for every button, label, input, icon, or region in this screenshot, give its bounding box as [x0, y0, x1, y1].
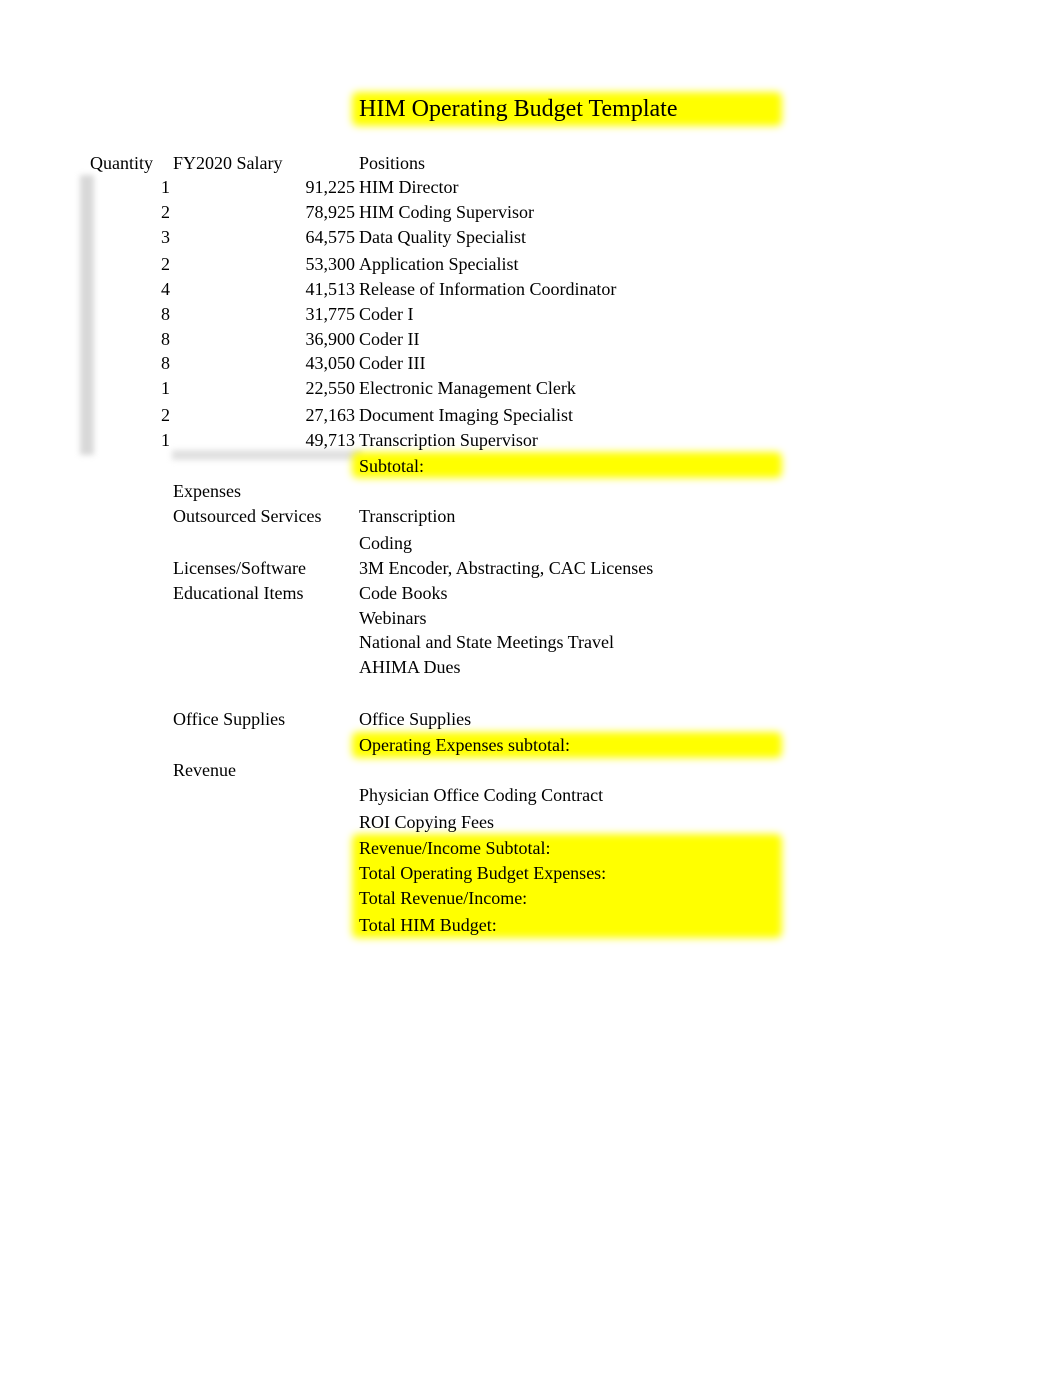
revenue-heading: Revenue — [173, 760, 236, 780]
position-quantity: 1 — [161, 378, 170, 398]
position-salary: 53,300 — [305, 254, 356, 274]
expense-item: 3M Encoder, Abstracting, CAC Licenses — [359, 558, 654, 578]
position-title: Transcription Supervisor — [359, 430, 538, 450]
operating-expenses-subtotal-label: Operating Expenses subtotal: — [359, 735, 570, 755]
position-title: Coder I — [359, 304, 414, 324]
position-title: Document Imaging Specialist — [359, 405, 573, 425]
position-salary: 49,713 — [305, 430, 356, 450]
expense-category-label: Outsourced Services — [173, 506, 322, 526]
total-him-budget-label: Total HIM Budget: — [359, 915, 497, 935]
position-title: Coder III — [359, 353, 426, 373]
position-quantity: 1 — [161, 177, 170, 197]
expense-item: Webinars — [359, 608, 427, 628]
position-title: HIM Director — [359, 177, 459, 197]
expense-category-label: Office Supplies — [173, 709, 286, 729]
expense-item: Transcription — [359, 506, 456, 526]
position-salary: 43,050 — [305, 353, 356, 373]
position-title: Application Specialist — [359, 254, 519, 274]
position-quantity: 3 — [161, 227, 170, 247]
revenue-income-subtotal-label: Revenue/Income Subtotal: — [359, 838, 551, 858]
position-salary: 31,775 — [305, 304, 356, 324]
expense-category-label: Educational Items — [173, 583, 304, 603]
position-salary: 78,925 — [305, 202, 356, 222]
total-operating-expenses-label: Total Operating Budget Expenses: — [359, 863, 607, 883]
position-quantity: 2 — [161, 202, 170, 222]
expense-category-label: Licenses/Software — [173, 558, 306, 578]
position-salary: 64,575 — [305, 227, 356, 247]
page-title: HIM Operating Budget Template — [359, 96, 678, 122]
position-title: Release of Information Coordinator — [359, 279, 617, 299]
expenses-heading: Expenses — [173, 481, 241, 501]
position-title: Electronic Management Clerk — [359, 378, 576, 398]
position-salary: 41,513 — [305, 279, 356, 299]
position-quantity: 4 — [161, 279, 170, 299]
position-quantity: 8 — [161, 353, 170, 373]
sheet-shadow-bottom — [172, 450, 362, 460]
position-quantity: 2 — [161, 405, 170, 425]
header-positions: Positions — [359, 153, 426, 173]
position-salary: 22,550 — [305, 378, 356, 398]
position-title: HIM Coding Supervisor — [359, 202, 534, 222]
header-quantity: Quantity — [90, 153, 153, 173]
position-quantity: 8 — [161, 304, 170, 324]
position-salary: 91,225 — [305, 177, 356, 197]
revenue-item: ROI Copying Fees — [359, 812, 494, 832]
total-revenue-income-label: Total Revenue/Income: — [359, 888, 528, 908]
revenue-item: Physician Office Coding Contract — [359, 785, 604, 805]
expense-item: Coding — [359, 533, 413, 553]
position-salary: 36,900 — [305, 329, 356, 349]
expense-item: Office Supplies — [359, 709, 472, 729]
position-quantity: 8 — [161, 329, 170, 349]
expense-item: Code Books — [359, 583, 448, 603]
header-salary: FY2020 Salary — [173, 153, 283, 173]
position-title: Data Quality Specialist — [359, 227, 526, 247]
position-quantity: 2 — [161, 254, 170, 274]
subtotal-label: Subtotal: — [359, 456, 425, 476]
expense-item: National and State Meetings Travel — [359, 632, 614, 652]
position-quantity: 1 — [161, 430, 170, 450]
expense-item: AHIMA Dues — [359, 657, 461, 677]
position-salary: 27,163 — [305, 405, 356, 425]
position-title: Coder II — [359, 329, 420, 349]
